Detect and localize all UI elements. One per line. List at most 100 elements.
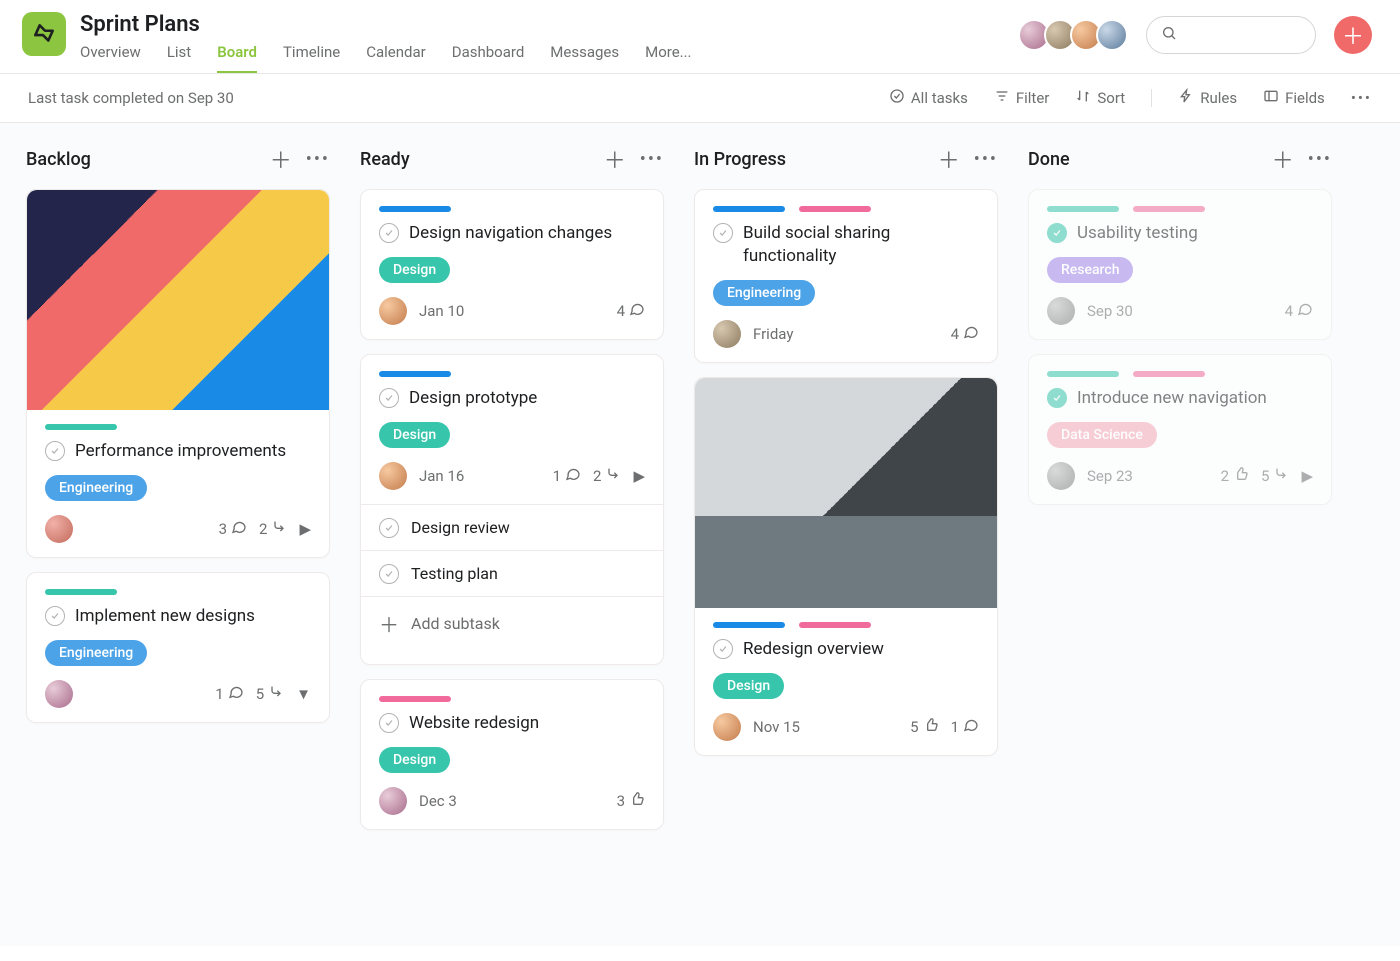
column-more-button[interactable]: •••	[974, 149, 998, 170]
tag-pill[interactable]: Design	[379, 747, 450, 773]
task-card[interactable]: Design navigation changes Design Jan 10 …	[360, 189, 664, 340]
due-date: Dec 3	[419, 792, 457, 810]
comments-count[interactable]: 1	[951, 717, 979, 737]
chevron-right-icon[interactable]: ▶	[633, 467, 645, 485]
comments-count[interactable]: 3	[219, 519, 247, 539]
tab-dashboard[interactable]: Dashboard	[452, 43, 525, 73]
subtask-item[interactable]: Testing plan	[361, 551, 663, 597]
assignee-avatar[interactable]	[379, 787, 407, 815]
comment-icon	[231, 519, 247, 539]
like-icon	[923, 717, 939, 737]
chevron-down-icon[interactable]: ▼	[296, 685, 311, 703]
tag-pill[interactable]: Engineering	[713, 280, 815, 306]
complete-check-icon[interactable]	[379, 223, 399, 243]
fields-icon	[1263, 88, 1279, 108]
likes-count[interactable]: 5	[910, 717, 938, 737]
add-subtask-button[interactable]: ＋Add subtask	[361, 597, 663, 650]
task-card[interactable]: Usability testing Research Sep 30 4	[1028, 189, 1332, 340]
subtasks-count[interactable]: 5	[1261, 466, 1289, 486]
tag-pill[interactable]: Research	[1047, 257, 1133, 283]
task-card[interactable]: Introduce new navigation Data Science Se…	[1028, 354, 1332, 505]
comments-count[interactable]: 4	[617, 301, 645, 321]
subtasks-count[interactable]: 2	[593, 466, 621, 486]
board: Backlog ＋ ••• Performance improvements E…	[0, 123, 1400, 946]
comments-count[interactable]: 1	[215, 684, 243, 704]
complete-check-icon[interactable]	[379, 564, 399, 584]
tag-pill[interactable]: Engineering	[45, 475, 147, 501]
column-more-button[interactable]: •••	[640, 149, 664, 170]
likes-count[interactable]: 2	[1221, 466, 1249, 486]
tab-calendar[interactable]: Calendar	[366, 43, 426, 73]
column-backlog: Backlog ＋ ••• Performance improvements E…	[26, 143, 330, 926]
subtasks-count[interactable]: 5	[256, 684, 284, 704]
complete-check-icon[interactable]	[379, 518, 399, 538]
tab-board[interactable]: Board	[217, 43, 257, 73]
comments-count[interactable]: 4	[1285, 301, 1313, 321]
subtask-icon	[268, 684, 284, 704]
global-add-button[interactable]: ＋	[1334, 16, 1372, 54]
task-card[interactable]: Design prototype Design Jan 16 12▶ Desig…	[360, 354, 664, 665]
like-icon	[629, 791, 645, 811]
member-avatars[interactable]	[1024, 19, 1128, 51]
assignee-avatar[interactable]	[713, 713, 741, 741]
tab-list[interactable]: List	[167, 43, 191, 73]
column-add-button[interactable]: ＋	[604, 143, 626, 175]
task-card[interactable]: Website redesign Design Dec 3 3	[360, 679, 664, 830]
project-icon[interactable]	[22, 12, 66, 56]
complete-check-icon[interactable]	[45, 606, 65, 626]
tab-messages[interactable]: Messages	[550, 43, 619, 73]
task-card[interactable]: Implement new designs Engineering 15▼	[26, 572, 330, 723]
complete-check-icon[interactable]	[379, 388, 399, 408]
assignee-avatar[interactable]	[379, 297, 407, 325]
column-add-button[interactable]: ＋	[938, 143, 960, 175]
tab-more[interactable]: More...	[645, 43, 691, 73]
tab-timeline[interactable]: Timeline	[283, 43, 340, 73]
search-input[interactable]	[1146, 16, 1316, 54]
complete-check-icon[interactable]	[713, 223, 733, 243]
tag-pill[interactable]: Design	[379, 422, 450, 448]
rules-button[interactable]: Rules	[1178, 88, 1237, 108]
likes-count[interactable]: 3	[617, 791, 645, 811]
column-add-button[interactable]: ＋	[270, 143, 292, 175]
assignee-avatar[interactable]	[1047, 462, 1075, 490]
tag-pill[interactable]: Design	[713, 673, 784, 699]
task-title: Design prototype	[409, 387, 537, 410]
tag-pill[interactable]: Design	[379, 257, 450, 283]
comments-count[interactable]: 1	[553, 466, 581, 486]
comment-icon	[629, 301, 645, 321]
chevron-right-icon[interactable]: ▶	[299, 520, 311, 538]
task-card[interactable]: Redesign overview Design Nov 15 51	[694, 377, 998, 756]
task-title: Usability testing	[1077, 222, 1198, 245]
column-more-button[interactable]: •••	[306, 149, 330, 170]
subtask-item[interactable]: Design review	[361, 505, 663, 551]
complete-check-icon[interactable]	[45, 441, 65, 461]
sort-button[interactable]: Sort	[1075, 88, 1125, 108]
comments-count[interactable]: 4	[951, 324, 979, 344]
task-card[interactable]: Performance improvements Engineering 32▶	[26, 189, 330, 558]
toolbar-more-button[interactable]: •••	[1351, 89, 1372, 107]
tag-pill[interactable]: Engineering	[45, 640, 147, 666]
due-date: Nov 15	[753, 718, 800, 736]
chevron-right-icon[interactable]: ▶	[1301, 467, 1313, 485]
filter-button[interactable]: Filter	[994, 88, 1050, 108]
complete-check-icon[interactable]	[1047, 388, 1067, 408]
complete-check-icon[interactable]	[379, 713, 399, 733]
assignee-avatar[interactable]	[379, 462, 407, 490]
card-project-stripes	[45, 589, 311, 595]
subtask-icon	[1273, 466, 1289, 486]
complete-check-icon[interactable]	[713, 639, 733, 659]
column-add-button[interactable]: ＋	[1272, 143, 1294, 175]
complete-check-icon[interactable]	[1047, 223, 1067, 243]
task-card[interactable]: Build social sharing functionality Engin…	[694, 189, 998, 363]
tab-overview[interactable]: Overview	[80, 43, 141, 73]
assignee-avatar[interactable]	[1047, 297, 1075, 325]
column-more-button[interactable]: •••	[1308, 149, 1332, 170]
subtasks-count[interactable]: 2	[259, 519, 287, 539]
all-tasks-button[interactable]: All tasks	[889, 88, 968, 108]
comment-icon	[228, 684, 244, 704]
assignee-avatar[interactable]	[713, 320, 741, 348]
fields-button[interactable]: Fields	[1263, 88, 1325, 108]
assignee-avatar[interactable]	[45, 680, 73, 708]
assignee-avatar[interactable]	[45, 515, 73, 543]
tag-pill[interactable]: Data Science	[1047, 422, 1157, 448]
